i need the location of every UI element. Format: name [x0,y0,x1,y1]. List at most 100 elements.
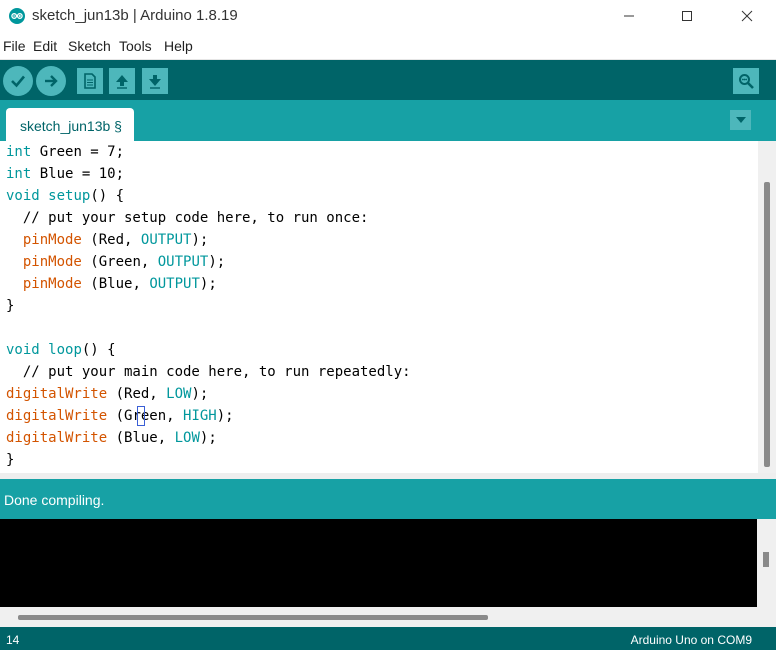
open-icon [116,75,128,89]
save-icon [149,75,161,89]
title-bar: sketch_jun13b | Arduino 1.8.19 [0,0,776,32]
editor-scroll-thumb[interactable] [764,182,770,467]
menu-sketch[interactable]: Sketch [68,38,111,54]
maximize-icon [682,11,692,21]
menu-tools[interactable]: Tools [119,38,152,54]
menu-help[interactable]: Help [164,38,193,54]
code-token: digitalWrite [6,430,108,446]
toolbar [0,59,776,100]
code-token: Green = 7; [31,144,125,160]
open-button[interactable] [109,68,135,94]
code-line: digitalWrite (Blue, LOW); [6,427,217,449]
tab-sketch[interactable]: sketch_jun13b § [6,108,134,141]
code-token: int [6,144,32,160]
triangle-down-icon [735,117,746,123]
code-line: digitalWrite (Red, LOW); [6,383,208,405]
code-token: ); [208,254,226,270]
new-icon [84,73,96,89]
code-token: (Blue, [107,430,175,446]
code-line: } [6,449,14,471]
code-token: ); [191,232,209,248]
tab-label: sketch_jun13b § [20,118,122,134]
code-token: (Green, [107,408,184,424]
code-line: int Green = 7; [6,141,124,163]
code-token: (Blue, [81,276,150,292]
code-token: ); [191,386,209,402]
code-line: void setup() { [6,185,124,207]
code-token: void [6,342,40,358]
code-line: void loop() { [6,339,116,361]
verify-icon [11,75,25,88]
code-token: OUTPUT [157,254,209,270]
close-icon [741,10,753,22]
code-token: ); [199,430,217,446]
console-vertical-scroll-thumb[interactable] [763,552,769,567]
code-token: pinMode [22,232,82,248]
minimize-icon [624,15,634,17]
code-token: (Red, [81,232,141,248]
code-token: int [6,166,32,182]
arduino-logo-icon [9,8,25,24]
text-cursor [137,406,145,426]
code-line: pinMode (Red, OUTPUT); [6,229,208,251]
console-output[interactable] [0,519,757,607]
code-token: setup [48,188,91,204]
tab-menu-button[interactable] [730,110,751,130]
board-port-info: Arduino Uno on COM9 [630,633,752,647]
upload-button[interactable] [36,66,66,96]
bottom-status-bar: 14 Arduino Uno on COM9 [0,627,776,650]
status-message: Done compiling. [4,492,105,508]
menu-edit[interactable]: Edit [33,38,57,54]
code-line: // put your main code here, to run repea… [6,361,411,383]
code-token: ); [216,408,234,424]
code-line: pinMode (Green, OUTPUT); [6,251,225,273]
console-horizontal-scroll-thumb[interactable] [18,615,488,620]
minimize-button[interactable] [600,0,658,32]
code-line: // put your setup code here, to run once… [6,207,369,229]
code-token: pinMode [22,254,82,270]
close-button[interactable] [718,0,776,32]
code-token: loop [48,342,82,358]
tab-bar: sketch_jun13b § [0,100,776,141]
maximize-button[interactable] [658,0,716,32]
code-token: } [6,452,15,468]
code-token: LOW [166,386,192,402]
code-token: OUTPUT [140,232,192,248]
upload-icon [45,75,58,87]
code-token: (Red, [107,386,167,402]
menu-file[interactable]: File [3,38,26,54]
arduino-ide-window: sketch_jun13b | Arduino 1.8.19 File Edit… [0,0,776,650]
code-token: LOW [174,430,200,446]
code-line: pinMode (Blue, OUTPUT); [6,273,217,295]
code-editor[interactable]: int Green = 7; int Blue = 10; void setup()… [0,141,758,473]
serial-monitor-icon [739,74,754,89]
code-token: HIGH [183,408,217,424]
save-button[interactable] [142,68,168,94]
code-token: Blue = 10; [31,166,125,182]
code-line: int Blue = 10; [6,163,124,185]
line-number: 14 [6,633,20,647]
code-token: OUTPUT [149,276,200,292]
code-token: digitalWrite [6,386,108,402]
window-title: sketch_jun13b | Arduino 1.8.19 [32,7,238,24]
serial-monitor-button[interactable] [733,68,759,94]
code-token: ); [199,276,217,292]
code-token: pinMode [22,276,82,292]
code-token: () { [81,342,116,358]
code-token: digitalWrite [6,408,108,424]
code-token: () { [90,188,125,204]
new-sketch-button[interactable] [77,68,103,94]
status-bar: Done compiling. [0,479,776,519]
code-token: void [6,188,40,204]
code-token: } [6,298,15,314]
verify-button[interactable] [3,66,33,96]
code-line: } [6,295,14,317]
code-line: digitalWrite (Green, HIGH); [6,405,234,427]
code-token: // put your main code here, to run repea… [6,364,411,380]
code-token: // put your setup code here, to run once… [6,210,369,226]
